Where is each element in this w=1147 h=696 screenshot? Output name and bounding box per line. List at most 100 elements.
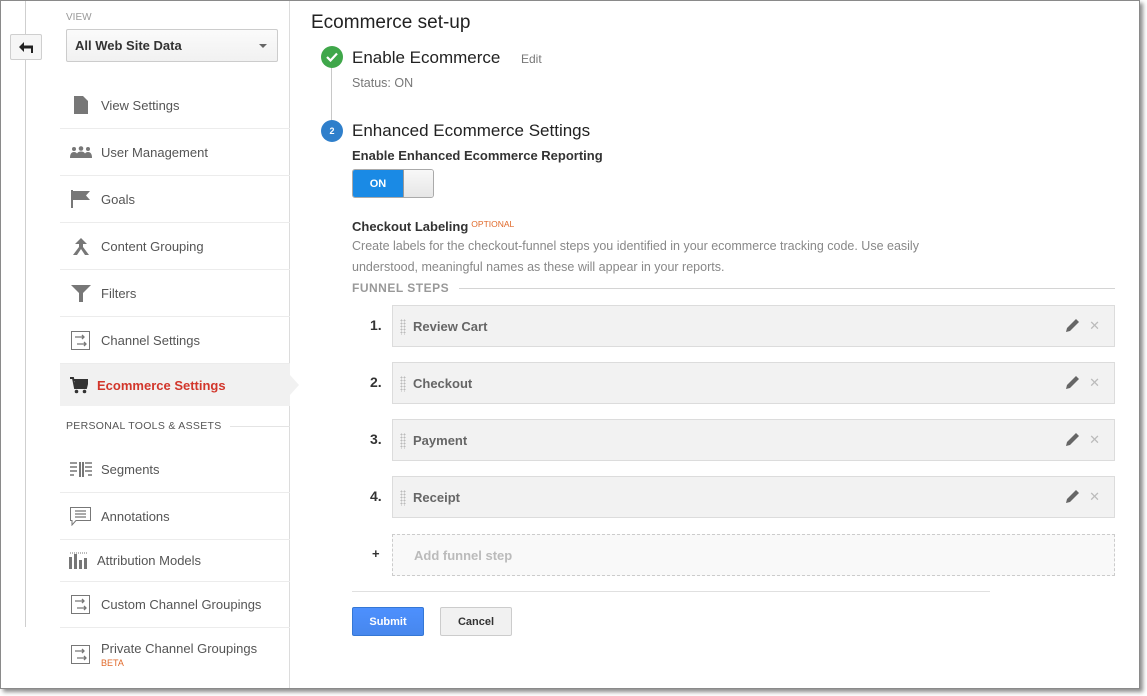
funnel-step-box[interactable]: Payment ✕ bbox=[392, 419, 1115, 461]
back-arrow-icon bbox=[19, 42, 33, 53]
back-button[interactable] bbox=[10, 34, 42, 60]
step1-title: Enable Ecommerce bbox=[352, 48, 501, 67]
drag-handle-icon[interactable] bbox=[400, 376, 406, 392]
channel-icon bbox=[60, 330, 101, 350]
optional-badge: OPTIONAL bbox=[471, 219, 515, 229]
drag-handle-icon[interactable] bbox=[400, 433, 406, 449]
attribution-icon bbox=[60, 552, 97, 569]
section-heading-personal-tools: PERSONAL TOOLS & ASSETS bbox=[60, 406, 290, 446]
funnel-step-row: 2. Checkout ✕ bbox=[352, 362, 1115, 419]
funnel-step-list: 1. Review Cart ✕ 2. Checkout ✕ 3. Paymen… bbox=[352, 305, 1115, 533]
drag-handle-icon[interactable] bbox=[400, 319, 406, 335]
step-connector bbox=[331, 67, 332, 123]
sidebar-item-view-settings[interactable]: View Settings bbox=[60, 82, 290, 129]
funnel-step-row: 1. Review Cart ✕ bbox=[352, 305, 1115, 362]
funnel-step-number: 3. bbox=[370, 431, 382, 447]
pencil-icon[interactable] bbox=[1066, 318, 1080, 337]
funnel-steps-heading: FUNNEL STEPS bbox=[352, 281, 1115, 295]
funnel-steps-label: FUNNEL STEPS bbox=[352, 281, 450, 295]
sidebar-item-ecommerce-settings[interactable]: Ecommerce Settings bbox=[60, 364, 299, 406]
close-icon[interactable]: ✕ bbox=[1089, 432, 1100, 448]
sidebar-item-label: Ecommerce Settings bbox=[97, 377, 226, 393]
sidebar-item-user-management[interactable]: User Management bbox=[60, 129, 290, 176]
toggle-knob bbox=[403, 170, 433, 197]
add-funnel-step-input[interactable]: Add funnel step bbox=[392, 534, 1115, 576]
funnel-step-row: 4. Receipt ✕ bbox=[352, 476, 1115, 533]
page-title: Ecommerce set-up bbox=[311, 12, 471, 33]
sidebar-item-segments[interactable]: Segments bbox=[60, 446, 290, 493]
pencil-icon[interactable] bbox=[1066, 432, 1080, 451]
cancel-button[interactable]: Cancel bbox=[440, 607, 512, 636]
funnel-step-number: 4. bbox=[370, 488, 382, 504]
filter-icon bbox=[60, 284, 101, 302]
document-icon bbox=[60, 96, 101, 114]
step2-title: Enhanced Ecommerce Settings bbox=[352, 121, 591, 140]
pencil-icon[interactable] bbox=[1066, 489, 1080, 508]
main-content: Ecommerce set-up Enable Ecommerce Edit S… bbox=[311, 1, 1139, 688]
plus-icon: + bbox=[372, 546, 380, 561]
annotation-icon bbox=[60, 506, 101, 526]
cart-icon bbox=[60, 376, 97, 394]
funnel-step-box[interactable]: Review Cart ✕ bbox=[392, 305, 1115, 347]
admin-nav: View Settings User Management Goals Cont… bbox=[60, 82, 299, 680]
channel-icon bbox=[60, 595, 101, 614]
channel-icon bbox=[60, 644, 101, 664]
checkout-description: Create labels for the checkout-funnel st… bbox=[352, 239, 919, 274]
checkout-labeling-heading: Checkout Labeling OPTIONAL bbox=[352, 219, 514, 234]
divider bbox=[352, 591, 990, 592]
sidebar-item-label: Custom Channel Groupings bbox=[101, 597, 262, 612]
users-icon bbox=[60, 146, 101, 158]
sidebar-item-label: Segments bbox=[101, 461, 160, 477]
sidebar-item-label: User Management bbox=[101, 144, 208, 160]
chevron-down-icon bbox=[259, 44, 267, 48]
app-window: VIEW All Web Site Data View Settings Use… bbox=[0, 0, 1140, 689]
close-icon[interactable]: ✕ bbox=[1089, 318, 1100, 334]
sidebar-item-channel-settings[interactable]: Channel Settings bbox=[60, 317, 290, 364]
funnel-step-label: Checkout bbox=[413, 376, 473, 391]
sidebar: VIEW All Web Site Data View Settings Use… bbox=[60, 1, 299, 688]
edit-link[interactable]: Edit bbox=[521, 52, 542, 66]
close-icon[interactable]: ✕ bbox=[1089, 375, 1100, 391]
sidebar-item-annotations[interactable]: Annotations bbox=[60, 493, 290, 540]
sidebar-item-label: Content Grouping bbox=[101, 238, 204, 254]
funnel-step-number: 2. bbox=[370, 374, 382, 390]
view-label: VIEW bbox=[66, 12, 92, 23]
sidebar-item-filters[interactable]: Filters bbox=[60, 270, 290, 317]
merge-icon bbox=[60, 237, 101, 255]
sidebar-item-custom-channel-groupings[interactable]: Custom Channel Groupings bbox=[60, 582, 290, 628]
sidebar-item-private-channel-groupings[interactable]: Private Channel Groupings BETA bbox=[60, 628, 290, 680]
segments-icon bbox=[60, 461, 101, 477]
step-number-badge: 2 bbox=[321, 120, 343, 142]
sidebar-item-label: Attribution Models bbox=[97, 553, 202, 568]
sidebar-item-label: Private Channel Groupings bbox=[101, 640, 258, 656]
check-icon bbox=[321, 46, 343, 68]
rail-line bbox=[25, 1, 26, 627]
close-icon[interactable]: ✕ bbox=[1089, 489, 1100, 505]
enhanced-reporting-toggle[interactable]: ON bbox=[352, 169, 434, 198]
funnel-step-label: Payment bbox=[413, 433, 468, 448]
sidebar-item-text: Private Channel Groupings BETA bbox=[101, 641, 257, 668]
flag-icon bbox=[60, 190, 101, 208]
sidebar-item-goals[interactable]: Goals bbox=[60, 176, 290, 223]
funnel-step-label: Review Cart bbox=[413, 319, 488, 334]
submit-button[interactable]: Submit bbox=[352, 607, 424, 636]
pencil-icon[interactable] bbox=[1066, 375, 1080, 394]
checkout-labeling-label: Checkout Labeling bbox=[352, 219, 469, 234]
sidebar-item-label: Channel Settings bbox=[101, 332, 201, 348]
sidebar-item-label: Filters bbox=[101, 285, 137, 301]
sidebar-item-label: View Settings bbox=[101, 97, 180, 113]
funnel-step-label: Receipt bbox=[413, 490, 460, 505]
beta-badge: BETA bbox=[101, 657, 124, 668]
toggle-on-label: ON bbox=[353, 170, 403, 197]
sidebar-item-content-grouping[interactable]: Content Grouping bbox=[60, 223, 290, 270]
drag-handle-icon[interactable] bbox=[400, 490, 406, 506]
funnel-step-row: 3. Payment ✕ bbox=[352, 419, 1115, 476]
sidebar-item-attribution-models[interactable]: Attribution Models bbox=[60, 540, 290, 582]
sidebar-item-label: Goals bbox=[101, 191, 135, 207]
funnel-step-number: 1. bbox=[370, 317, 382, 333]
ecommerce-status: Status: ON bbox=[352, 76, 414, 90]
funnel-step-box[interactable]: Receipt ✕ bbox=[392, 476, 1115, 518]
funnel-step-box[interactable]: Checkout ✕ bbox=[392, 362, 1115, 404]
view-select[interactable]: All Web Site Data bbox=[66, 29, 278, 62]
view-select-value: All Web Site Data bbox=[75, 38, 182, 53]
